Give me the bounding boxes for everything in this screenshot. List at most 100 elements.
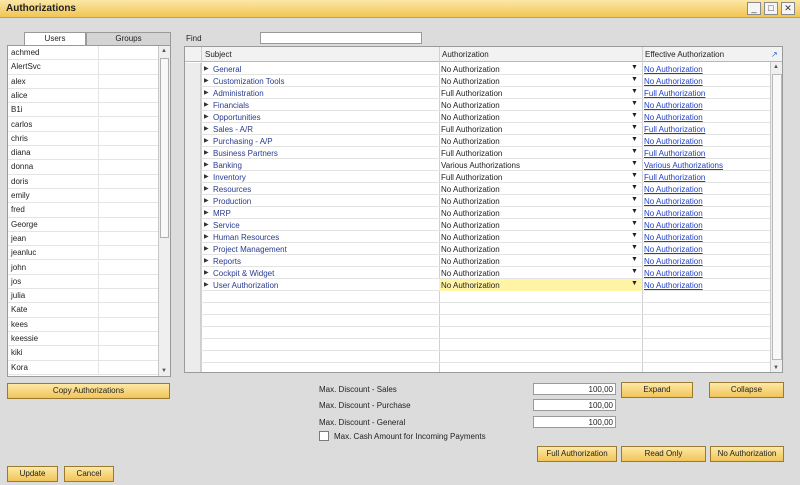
effective-authorization-link[interactable]: Full Authorization	[644, 125, 705, 134]
row-header[interactable]	[185, 195, 201, 207]
authorization-select[interactable]: No Authorization	[441, 113, 500, 122]
chevron-down-icon[interactable]: ▼	[631, 280, 638, 287]
table-row[interactable]: ▶ Project Management No Authorization ▼ No A…	[185, 243, 770, 255]
row-header[interactable]	[185, 279, 201, 291]
row-header[interactable]	[185, 75, 201, 87]
row-header[interactable]	[185, 171, 201, 183]
chevron-down-icon[interactable]: ▼	[631, 160, 638, 167]
effective-authorization-link[interactable]: No Authorization	[644, 245, 703, 254]
row-header[interactable]	[185, 183, 201, 195]
table-row[interactable]: ▶ Banking Various Authorizations ▼ Various A…	[185, 159, 770, 171]
expand-row-icon[interactable]: ▶	[204, 137, 209, 144]
row-header[interactable]	[185, 339, 201, 351]
table-row[interactable]: ▶ Reports No Authorization ▼ No Authorizatio…	[185, 255, 770, 267]
chevron-down-icon[interactable]: ▼	[631, 244, 638, 251]
chevron-down-icon[interactable]: ▼	[631, 124, 638, 131]
row-header[interactable]	[185, 219, 201, 231]
row-header[interactable]	[185, 267, 201, 279]
full-authorization-button[interactable]: Full Authorization	[537, 446, 617, 462]
no-authorization-button[interactable]: No Authorization	[710, 446, 784, 462]
cash-amount-checkbox[interactable]	[319, 431, 329, 441]
authorization-select[interactable]: No Authorization	[441, 65, 500, 74]
effective-authorization-link[interactable]: Full Authorization	[644, 149, 705, 158]
scroll-down-icon[interactable]: ▼	[161, 368, 167, 374]
user-list-item[interactable]: kiki	[8, 346, 158, 361]
effective-authorization-link[interactable]: No Authorization	[644, 197, 703, 206]
row-header[interactable]	[185, 327, 201, 339]
user-list-item[interactable]: chris	[8, 131, 158, 147]
find-input[interactable]	[260, 32, 422, 44]
max-discount-sales-input[interactable]: 100,00	[533, 383, 616, 395]
chevron-down-icon[interactable]: ▼	[631, 148, 638, 155]
table-row[interactable]: ▶ Human Resources No Authorization ▼ No Auth…	[185, 231, 770, 243]
chevron-down-icon[interactable]: ▼	[631, 220, 638, 227]
close-button[interactable]: ✕	[781, 2, 795, 15]
chevron-down-icon[interactable]: ▼	[631, 196, 638, 203]
cancel-button[interactable]: Cancel	[64, 466, 114, 482]
authorization-select[interactable]: No Authorization	[441, 245, 500, 254]
user-list-item[interactable]: alice	[8, 88, 158, 104]
authorization-select[interactable]: No Authorization	[441, 101, 500, 110]
user-list-item[interactable]: jeanluc	[8, 246, 158, 261]
chevron-down-icon[interactable]: ▼	[631, 88, 638, 95]
user-list-item[interactable]: Kora	[8, 360, 158, 375]
effective-authorization-link[interactable]: No Authorization	[644, 65, 703, 74]
chevron-down-icon[interactable]: ▼	[631, 100, 638, 107]
authorization-select[interactable]: No Authorization	[441, 233, 500, 242]
chevron-down-icon[interactable]: ▼	[631, 208, 638, 215]
table-row[interactable]: ▶ User Authorization No Authorization ▼ No A…	[185, 279, 770, 291]
expand-row-icon[interactable]: ▶	[204, 173, 209, 180]
effective-authorization-link[interactable]: Full Authorization	[644, 89, 705, 98]
user-list-item[interactable]: jos	[8, 274, 158, 290]
chevron-down-icon[interactable]: ▼	[631, 172, 638, 179]
expand-row-icon[interactable]: ▶	[204, 101, 209, 108]
authorization-select[interactable]: Full Authorization	[441, 149, 502, 158]
expand-row-icon[interactable]: ▶	[204, 257, 209, 264]
expand-row-icon[interactable]: ▶	[204, 113, 209, 120]
authorization-select[interactable]: Various Authorizations	[441, 161, 520, 170]
expand-grid-icon[interactable]: ↗	[771, 50, 778, 59]
scroll-thumb[interactable]	[772, 74, 782, 360]
row-header[interactable]	[185, 363, 201, 372]
max-discount-purchase-input[interactable]: 100,00	[533, 399, 616, 411]
user-list-item[interactable]: Kate	[8, 303, 158, 318]
row-header[interactable]	[185, 255, 201, 267]
read-only-button[interactable]: Read Only	[621, 446, 706, 462]
expand-row-icon[interactable]: ▶	[204, 281, 209, 288]
authorization-select[interactable]: No Authorization	[441, 137, 500, 146]
table-row[interactable]: ▶ Business Partners Full Authorization ▼ Ful…	[185, 147, 770, 159]
expand-row-icon[interactable]: ▶	[204, 245, 209, 252]
user-list-item[interactable]: fred	[8, 203, 158, 218]
row-header[interactable]	[185, 87, 201, 99]
update-button[interactable]: Update	[7, 466, 58, 482]
user-list-item[interactable]: julia	[8, 289, 158, 304]
expand-row-icon[interactable]: ▶	[204, 149, 209, 156]
table-row[interactable]: ▶ Customization Tools No Authorization ▼ No …	[185, 75, 770, 87]
expand-row-icon[interactable]: ▶	[204, 233, 209, 240]
expand-row-icon[interactable]: ▶	[204, 161, 209, 168]
user-list-item[interactable]: alex	[8, 74, 158, 89]
chevron-down-icon[interactable]: ▼	[631, 136, 638, 143]
effective-authorization-link[interactable]: No Authorization	[644, 185, 703, 194]
tab-users[interactable]: Users	[24, 32, 86, 45]
row-header[interactable]	[185, 111, 201, 123]
chevron-down-icon[interactable]: ▼	[631, 112, 638, 119]
authorization-select[interactable]: Full Authorization	[441, 89, 502, 98]
minimize-button[interactable]: _	[747, 2, 761, 15]
authorization-select[interactable]: No Authorization	[441, 209, 500, 218]
maximize-button[interactable]: □	[764, 2, 778, 15]
effective-authorization-link[interactable]: No Authorization	[644, 281, 703, 290]
effective-authorization-link[interactable]: No Authorization	[644, 209, 703, 218]
row-header[interactable]	[185, 351, 201, 363]
user-list-item[interactable]: kees	[8, 317, 158, 332]
expand-row-icon[interactable]: ▶	[204, 209, 209, 216]
user-list-item[interactable]: diana	[8, 146, 158, 161]
table-row[interactable]: ▶ Administration Full Authorization ▼ Full A…	[185, 87, 770, 99]
user-list-item[interactable]: doris	[8, 174, 158, 189]
row-header[interactable]	[185, 63, 201, 75]
expand-row-icon[interactable]: ▶	[204, 269, 209, 276]
table-row[interactable]: ▶ Sales - A/R Full Authorization ▼ Full Auth…	[185, 123, 770, 135]
table-row[interactable]: ▶ General No Authorization ▼ No Authorizatio…	[185, 63, 770, 75]
collapse-button[interactable]: Collapse	[709, 382, 784, 398]
effective-authorization-link[interactable]: No Authorization	[644, 221, 703, 230]
